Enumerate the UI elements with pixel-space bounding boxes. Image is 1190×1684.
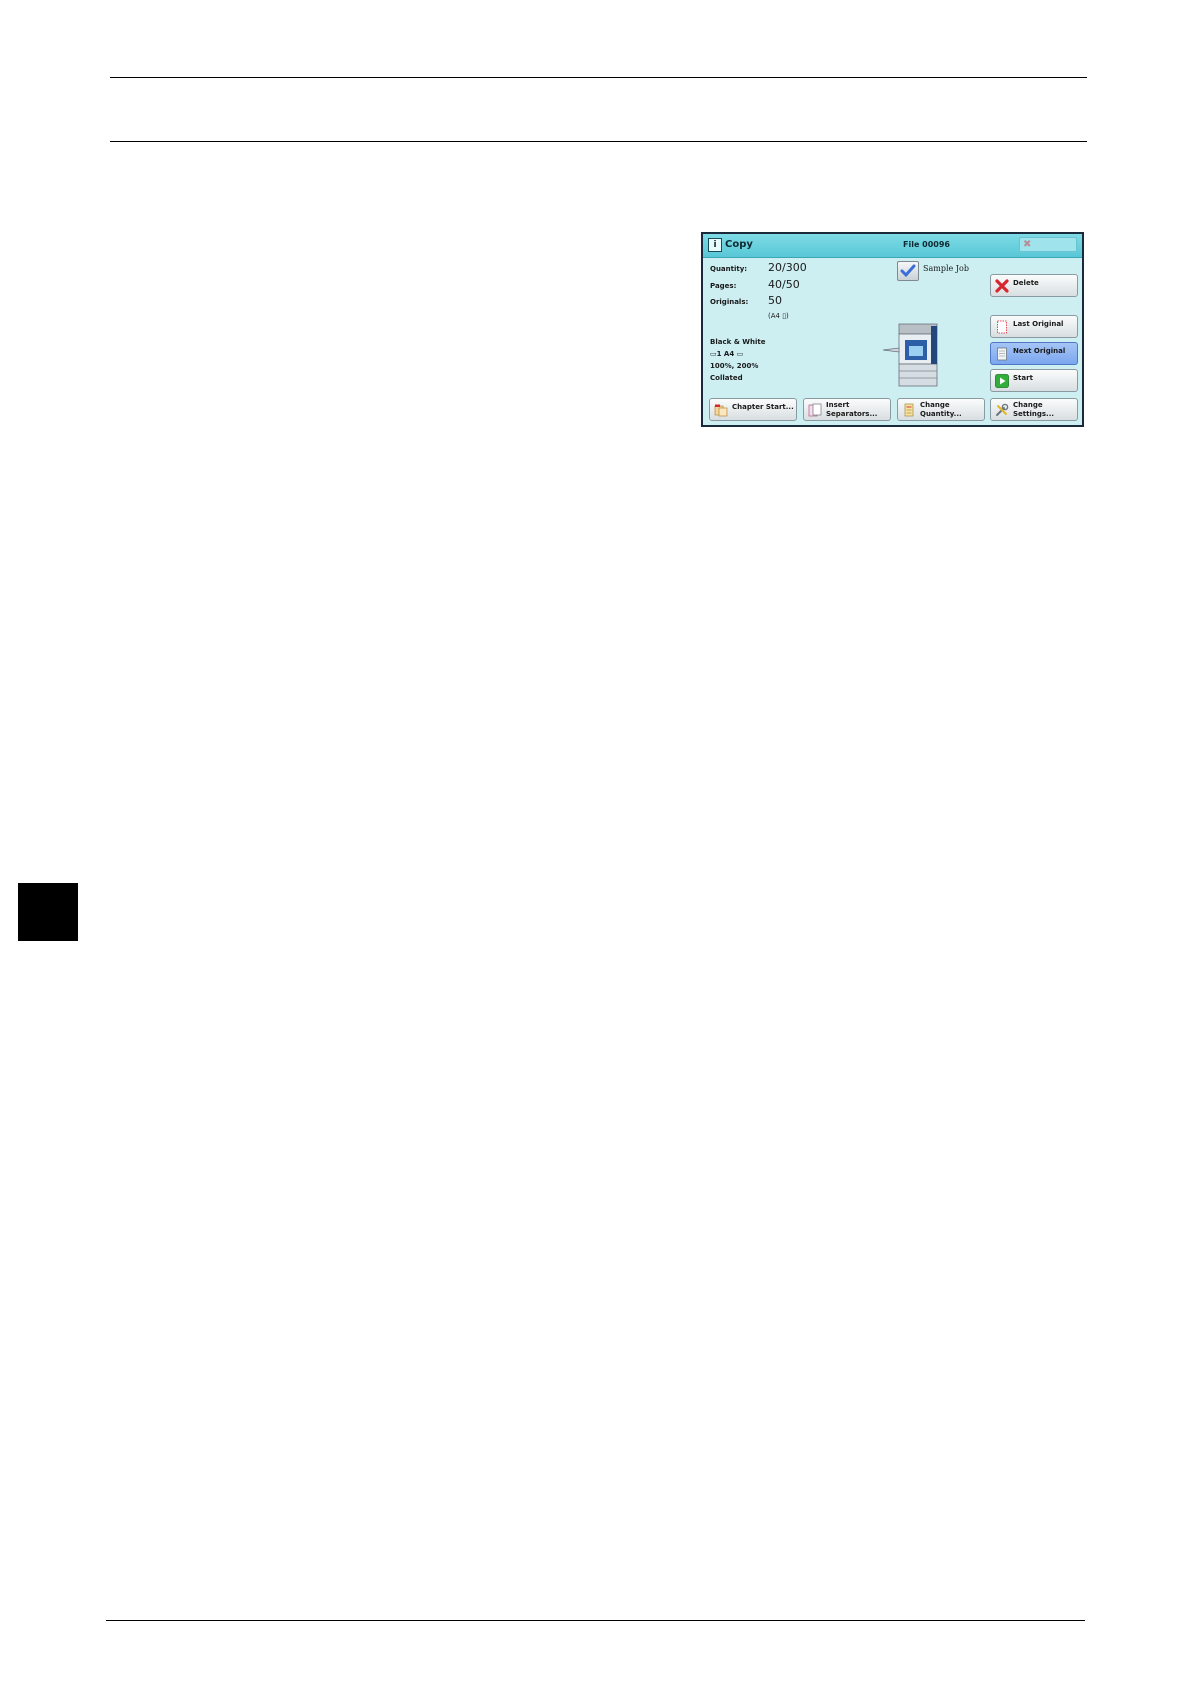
delete-x-icon [995, 279, 1009, 293]
change-quantity-line-1: Change [920, 401, 950, 409]
change-settings-line-1: Change [1013, 401, 1043, 409]
originals-label: Originals: [710, 298, 749, 306]
insert-separators-label: Insert Separators... [826, 401, 877, 419]
copy-job-screen: i Copy File 00096 ✖ Quantity: 20/300 Pag… [701, 232, 1084, 427]
play-icon [995, 374, 1009, 388]
screen-title: Copy [725, 239, 753, 250]
header-rule-bottom [110, 141, 1087, 142]
page-outline-icon [997, 320, 1007, 334]
delete-button[interactable]: Delete [990, 274, 1078, 297]
original-paper-size: (A4 ▯) [768, 312, 789, 320]
close-button[interactable]: ✖ [1019, 237, 1077, 252]
chapter-start-label: Chapter Start... [732, 403, 794, 411]
last-original-label: Last Original [1013, 320, 1064, 328]
page-icon [997, 347, 1007, 361]
change-settings-line-2: Settings... [1013, 410, 1055, 418]
change-settings-button[interactable]: Change Settings... [990, 398, 1078, 421]
quantity-icon [904, 403, 914, 417]
pages-label: Pages: [710, 282, 737, 290]
title-bar: i Copy File 00096 ✖ [703, 234, 1082, 258]
color-mode: Black & White [710, 338, 766, 346]
last-original-button[interactable]: Last Original [990, 315, 1078, 338]
tray-paper: ▭1 A4 ▭ [710, 350, 744, 358]
footer-rule [106, 1620, 1085, 1621]
insert-separators-line-1: Insert [826, 401, 850, 409]
quantity-value: 20/300 [768, 261, 807, 274]
insert-separators-button[interactable]: Insert Separators... [803, 398, 891, 421]
separator-icon [808, 403, 822, 417]
quantity-label: Quantity: [710, 265, 748, 273]
insert-separators-line-2: Separators... [826, 410, 878, 418]
header-rule-top [110, 77, 1087, 78]
close-icon: ✖ [1023, 239, 1032, 250]
file-name: File 00096 [903, 240, 950, 249]
change-quantity-button[interactable]: Change Quantity... [897, 398, 985, 421]
sample-job-checkbox[interactable] [897, 261, 919, 281]
change-quantity-line-2: Quantity... [920, 410, 962, 418]
change-settings-label: Change Settings... [1013, 401, 1054, 419]
start-button[interactable]: Start [990, 369, 1078, 392]
next-original-label: Next Original [1013, 347, 1066, 355]
delete-label: Delete [1013, 279, 1039, 287]
printer-illustration [882, 323, 938, 387]
chapter-icon [714, 404, 728, 417]
info-icon[interactable]: i [708, 238, 722, 252]
pages-value: 40/50 [768, 278, 800, 291]
check-icon [900, 264, 916, 278]
chapter-start-button[interactable]: Chapter Start... [709, 398, 797, 421]
next-original-button[interactable]: Next Original [990, 342, 1078, 365]
settings-icon [996, 403, 1009, 416]
reduce-enlarge: 100%, 200% [710, 362, 759, 370]
originals-value: 50 [768, 294, 782, 307]
start-label: Start [1013, 374, 1033, 382]
output-mode: Collated [710, 374, 743, 382]
sample-job-label: Sample Job [923, 264, 969, 273]
change-quantity-label: Change Quantity... [920, 401, 962, 419]
chapter-tab [18, 883, 78, 941]
